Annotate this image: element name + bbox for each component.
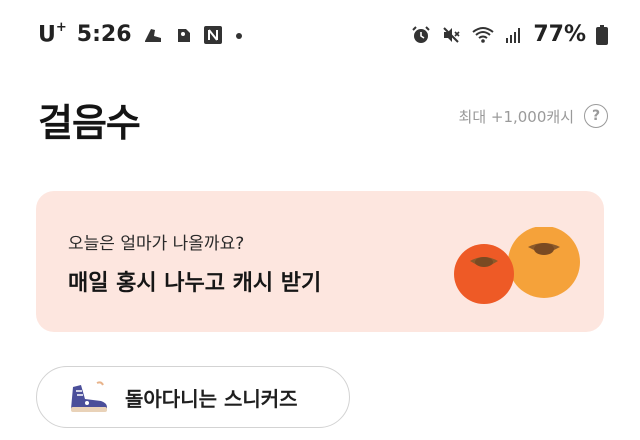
banner-subtitle: 오늘은 얼마가 나올까요? (68, 234, 245, 254)
naver-icon (203, 25, 222, 44)
carrier-label: U+ (38, 20, 67, 48)
max-reward-info[interactable]: 최대 +1,000캐시 ? (459, 104, 608, 128)
battery-percent: 77% (533, 22, 586, 47)
roaming-sneakers-button[interactable]: 돌아다니는 스니커즈 (36, 366, 350, 428)
mute-icon (441, 25, 461, 45)
max-reward-label: 최대 +1,000캐시 (458, 107, 574, 126)
sneaker-notification-icon (142, 24, 164, 46)
page-title: 걸음수 (38, 101, 141, 145)
status-bar-right: 77% (411, 22, 608, 47)
persimmons-icon (454, 227, 580, 304)
page-header: 걸음수 최대 +1,000캐시 ? (38, 92, 608, 145)
chip-label: 돌아다니는 스니커즈 (125, 386, 298, 411)
help-icon[interactable]: ? (584, 104, 608, 128)
battery-icon (596, 24, 608, 45)
app-notification-icon (174, 25, 194, 45)
persimmon-banner[interactable]: 오늘은 얼마가 나올까요? 매일 홍시 나누고 캐시 받기 (36, 191, 604, 332)
status-bar-left: U+ 5:26 (38, 20, 246, 48)
banner-title: 매일 홍시 나누고 캐시 받기 (68, 271, 322, 296)
signal-icon (505, 26, 523, 44)
dot-icon (232, 28, 246, 42)
alarm-icon (411, 25, 431, 45)
status-bar: U+ 5:26 77% (0, 0, 640, 72)
wifi-icon (471, 25, 495, 45)
clock: 5:26 (76, 22, 132, 48)
sneaker-icon (67, 379, 111, 415)
